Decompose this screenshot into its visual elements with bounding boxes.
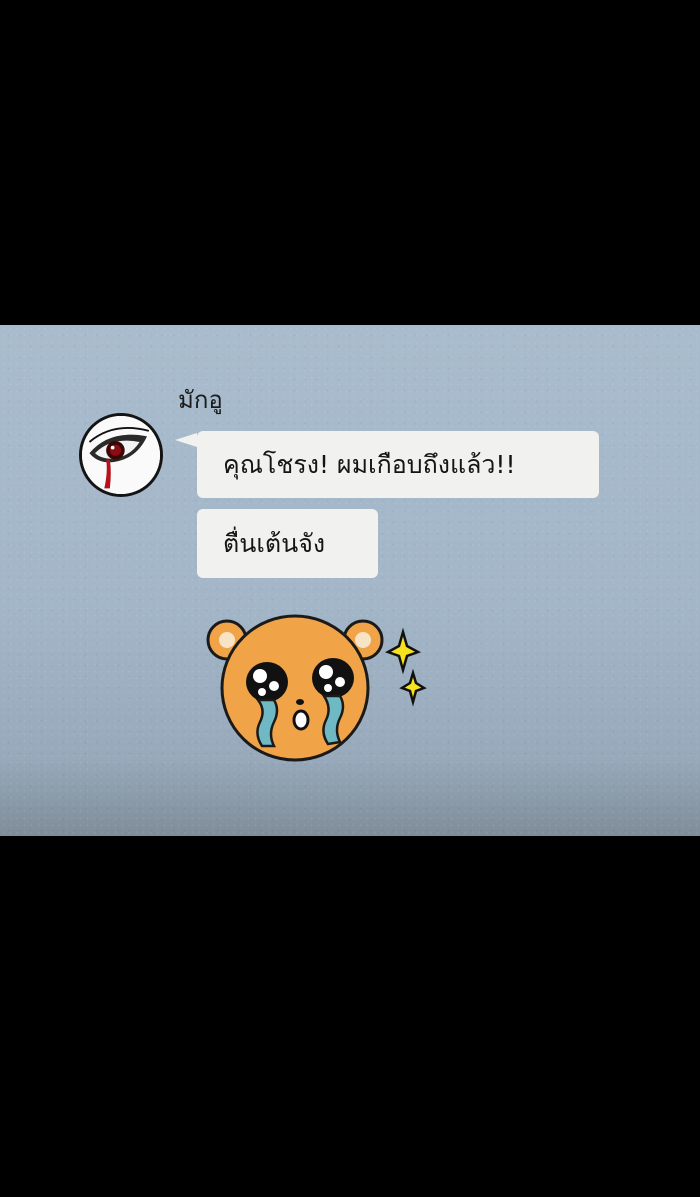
sender-name: มักอู	[178, 386, 223, 414]
bubble-tail	[175, 433, 197, 447]
chat-bubble[interactable]: ตื่นเต้นจัง	[197, 509, 378, 578]
avatar[interactable]	[79, 413, 163, 497]
crying-bear-sticker-icon	[206, 614, 427, 762]
top-letterbox	[0, 0, 700, 325]
message-text: คุณโชรง! ผมเกือบถึงแล้ว!!	[223, 449, 516, 479]
sticker[interactable]	[200, 610, 435, 770]
bottom-letterbox	[0, 836, 700, 1197]
chat-panel: มักอู คุณโชรง! ผมเกือบถึงแล้ว!! ตื่นเต้น…	[0, 325, 700, 836]
bleeding-eye-avatar-icon	[82, 416, 160, 494]
message-text: ตื่นเต้นจัง	[223, 528, 326, 558]
chat-bubble[interactable]: คุณโชรง! ผมเกือบถึงแล้ว!!	[197, 431, 599, 498]
